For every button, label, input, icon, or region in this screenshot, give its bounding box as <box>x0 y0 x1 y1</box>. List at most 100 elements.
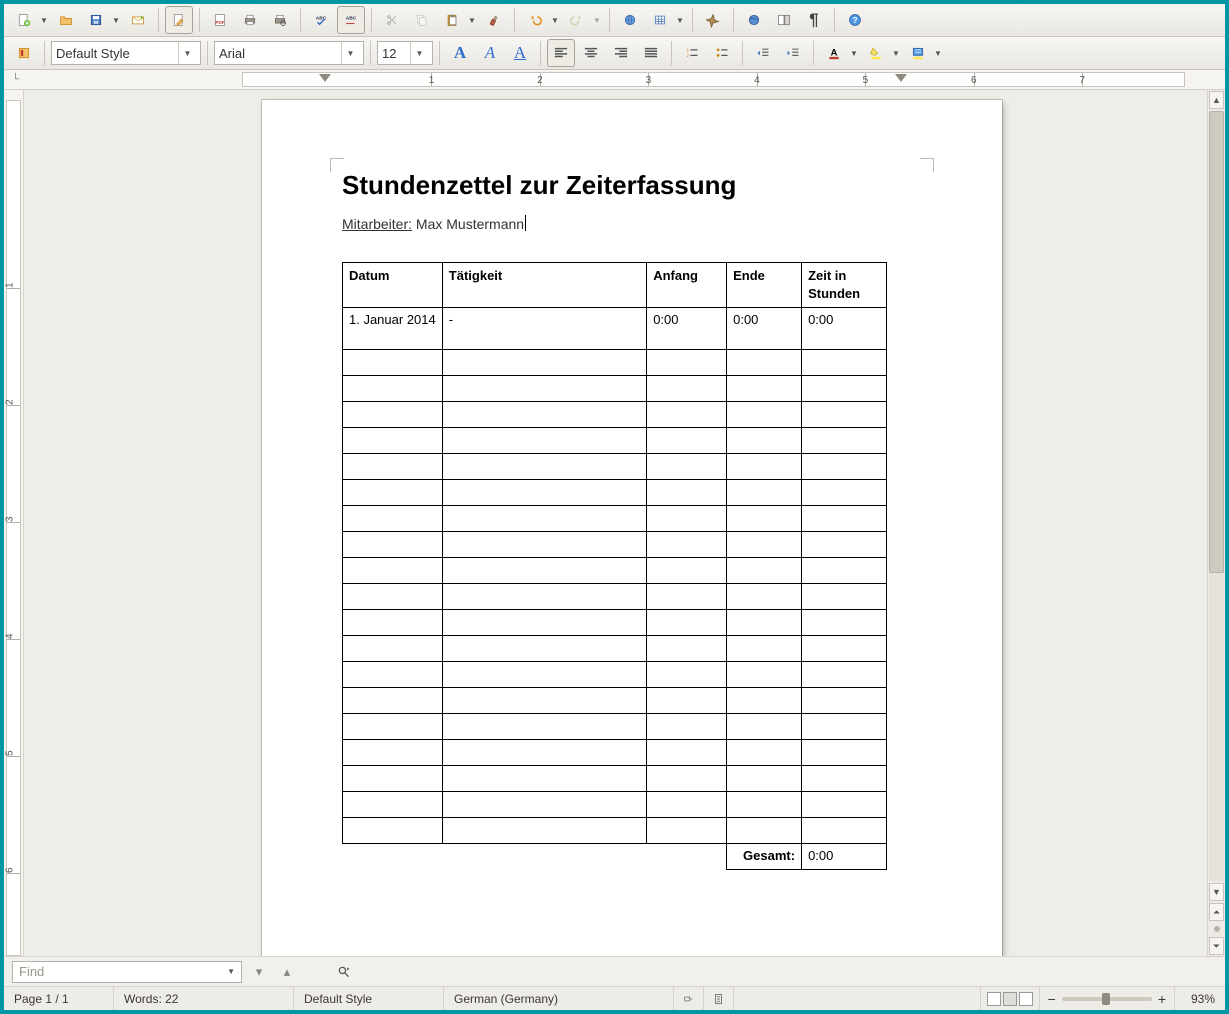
align-justify-button[interactable] <box>637 39 665 67</box>
save-dropdown[interactable]: ▼ <box>110 6 122 34</box>
nav-dots[interactable] <box>1208 922 1225 936</box>
hyperlink-globe-button[interactable] <box>740 6 768 34</box>
highlight-dropdown[interactable]: ▼ <box>890 39 902 67</box>
horizontal-ruler[interactable]: └ 1234567 <box>4 70 1225 90</box>
book-view-icon[interactable] <box>1019 992 1033 1006</box>
table-row[interactable] <box>343 636 887 662</box>
zoom-thumb[interactable] <box>1102 993 1110 1005</box>
copy-button[interactable] <box>408 6 436 34</box>
align-right-button[interactable] <box>607 39 635 67</box>
table-row[interactable] <box>343 584 887 610</box>
help-button[interactable]: ? <box>841 6 869 34</box>
prev-page-button[interactable]: ⏶ <box>1209 903 1224 921</box>
document-area[interactable]: Stundenzettel zur Zeiterfassung Mitarbei… <box>24 90 1207 956</box>
font-color-dropdown[interactable]: ▼ <box>848 39 860 67</box>
next-page-button[interactable]: ⏷ <box>1209 937 1224 955</box>
decrease-indent-button[interactable] <box>749 39 777 67</box>
cell-start[interactable]: 0:00 <box>647 308 727 350</box>
status-page[interactable]: Page 1 / 1 <box>4 987 114 1010</box>
view-layout-buttons[interactable] <box>981 987 1040 1010</box>
table-row[interactable] <box>343 454 887 480</box>
find-prev-button[interactable]: ▾ <box>248 961 270 983</box>
zoom-in-button[interactable]: + <box>1158 991 1166 1007</box>
table-row[interactable] <box>343 662 887 688</box>
cut-button[interactable] <box>378 6 406 34</box>
timesheet-table[interactable]: Datum Tätigkeit Anfang Ende Zeit in Stun… <box>342 262 887 870</box>
table-total-row[interactable]: Gesamt: 0:00 <box>343 844 887 870</box>
hyperlink-button[interactable] <box>616 6 644 34</box>
table-row[interactable] <box>343 350 887 376</box>
zoom-track[interactable] <box>1062 997 1152 1001</box>
status-selection-mode[interactable] <box>704 987 734 1010</box>
table-row[interactable] <box>343 506 887 532</box>
insert-table-button[interactable] <box>646 6 674 34</box>
single-page-icon[interactable] <box>987 992 1001 1006</box>
table-row[interactable] <box>343 558 887 584</box>
cell-end[interactable]: 0:00 <box>727 308 802 350</box>
hruler-track[interactable]: 1234567 <box>242 72 1185 87</box>
paragraph-bg-dropdown[interactable]: ▼ <box>932 39 944 67</box>
align-left-button[interactable] <box>547 39 575 67</box>
right-indent-marker[interactable] <box>895 74 907 82</box>
table-row[interactable] <box>343 818 887 844</box>
zoom-percent[interactable]: 93% <box>1175 987 1225 1010</box>
find-replace-button[interactable] <box>330 958 358 986</box>
navigator-button[interactable] <box>699 6 727 34</box>
table-row[interactable] <box>343 428 887 454</box>
bold-button[interactable]: A <box>446 39 474 67</box>
increase-indent-button[interactable] <box>779 39 807 67</box>
undo-dropdown[interactable]: ▼ <box>549 6 561 34</box>
scroll-down-button[interactable]: ▼ <box>1209 883 1224 901</box>
paste-button[interactable] <box>438 6 466 34</box>
total-value[interactable]: 0:00 <box>802 844 887 870</box>
table-row[interactable] <box>343 532 887 558</box>
edit-mode-button[interactable] <box>165 6 193 34</box>
first-line-indent-marker[interactable] <box>319 74 331 82</box>
insert-table-dropdown[interactable]: ▼ <box>674 6 686 34</box>
italic-button[interactable]: A <box>476 39 504 67</box>
scroll-track[interactable] <box>1209 111 1224 881</box>
table-row[interactable] <box>343 480 887 506</box>
cell-hours[interactable]: 0:00 <box>802 308 887 350</box>
table-row[interactable] <box>343 714 887 740</box>
font-name-combo[interactable]: Arial ▼ <box>214 41 364 65</box>
multi-page-icon[interactable] <box>1003 992 1017 1006</box>
spellcheck-button[interactable]: ABC <box>307 6 335 34</box>
undo-button[interactable] <box>521 6 549 34</box>
status-style[interactable]: Default Style <box>294 987 444 1010</box>
table-row[interactable]: 1. Januar 2014 - 0:00 0:00 0:00 <box>343 308 887 350</box>
cell-activity[interactable]: - <box>442 308 646 350</box>
find-next-button[interactable]: ▴ <box>276 961 298 983</box>
gallery-button[interactable] <box>770 6 798 34</box>
print-button[interactable] <box>236 6 264 34</box>
th-end[interactable]: Ende <box>727 263 802 308</box>
format-paintbrush-button[interactable] <box>480 6 508 34</box>
table-row[interactable] <box>343 610 887 636</box>
font-color-button[interactable]: A <box>820 39 848 67</box>
export-pdf-button[interactable]: PDF <box>206 6 234 34</box>
table-row[interactable] <box>343 376 887 402</box>
align-center-button[interactable] <box>577 39 605 67</box>
table-row[interactable] <box>343 740 887 766</box>
th-activity[interactable]: Tätigkeit <box>442 263 646 308</box>
redo-button[interactable] <box>563 6 591 34</box>
nonprinting-chars-button[interactable]: ¶ <box>800 6 828 34</box>
paste-dropdown[interactable]: ▼ <box>466 6 478 34</box>
open-doc-button[interactable] <box>52 6 80 34</box>
bullet-list-button[interactable] <box>708 39 736 67</box>
table-row[interactable] <box>343 402 887 428</box>
table-row[interactable] <box>343 766 887 792</box>
zoom-out-button[interactable]: − <box>1048 991 1056 1007</box>
status-lang[interactable]: German (Germany) <box>444 987 674 1010</box>
auto-spellcheck-button[interactable]: ABC <box>337 6 365 34</box>
document-title[interactable]: Stundenzettel zur Zeiterfassung <box>342 170 922 201</box>
th-start[interactable]: Anfang <box>647 263 727 308</box>
table-row[interactable] <box>343 688 887 714</box>
cell-date[interactable]: 1. Januar 2014 <box>343 308 443 350</box>
page[interactable]: Stundenzettel zur Zeiterfassung Mitarbei… <box>262 100 1002 956</box>
status-insert-mode[interactable] <box>674 987 704 1010</box>
vertical-scrollbar[interactable]: ▲ ▼ ⏶ ⏷ <box>1207 90 1225 956</box>
th-hours[interactable]: Zeit in Stunden <box>802 263 887 308</box>
scroll-up-button[interactable]: ▲ <box>1209 91 1224 109</box>
total-label[interactable]: Gesamt: <box>727 844 802 870</box>
